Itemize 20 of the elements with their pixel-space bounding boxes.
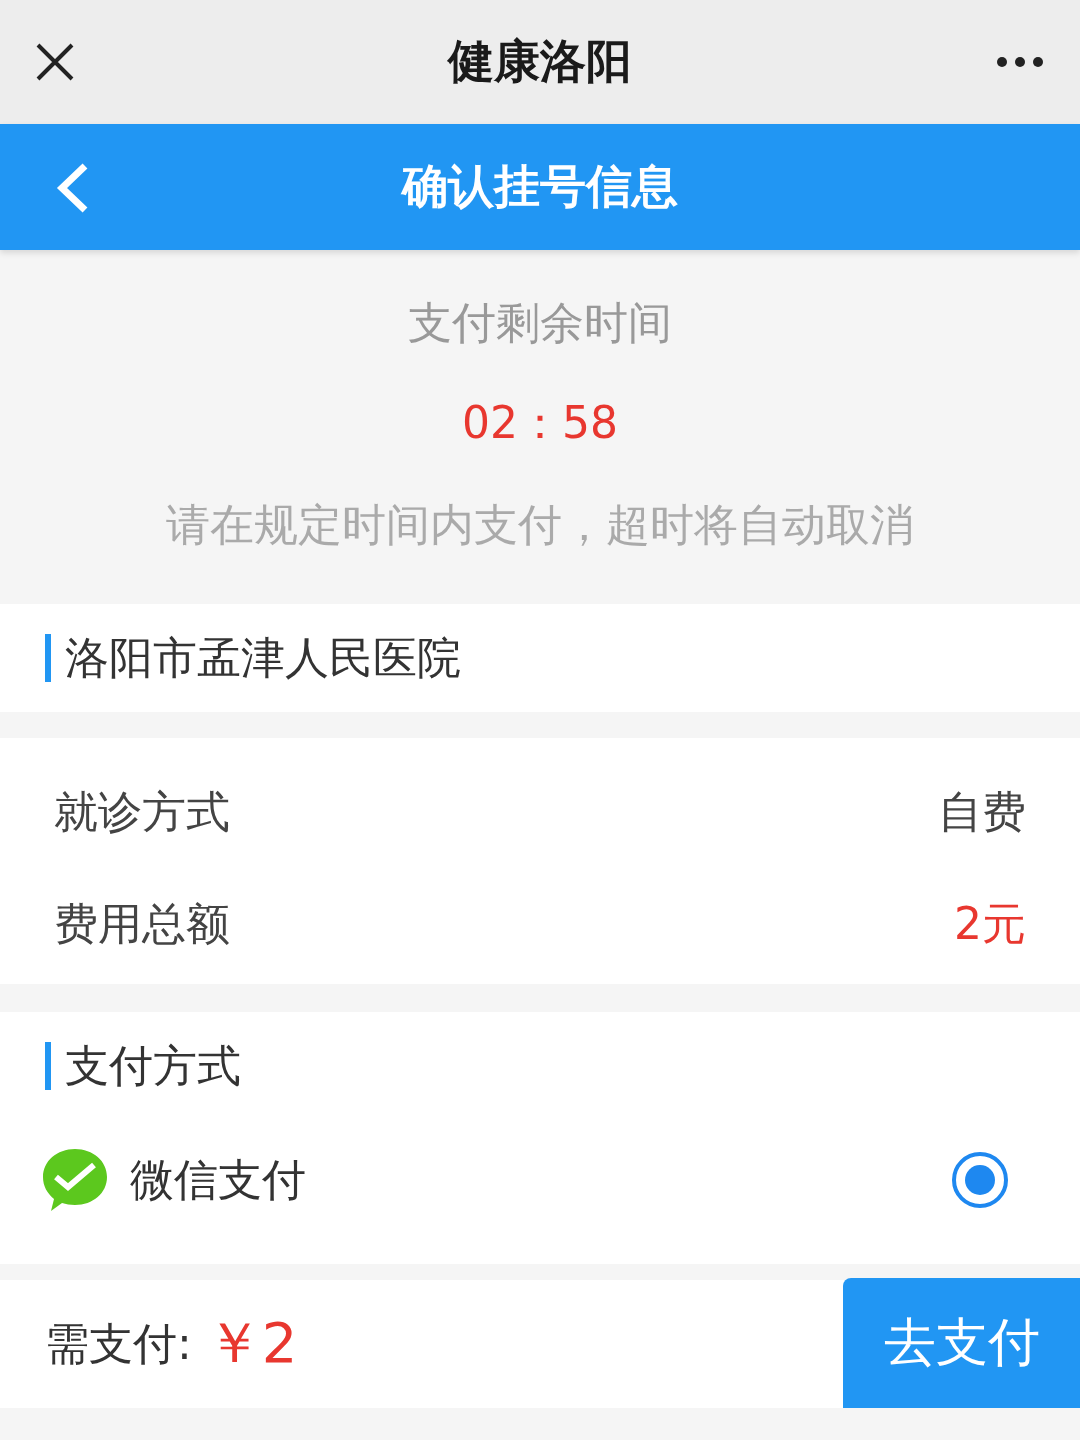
countdown-label: 支付剩余时间 bbox=[408, 296, 672, 350]
countdown-time: 02：58 bbox=[462, 396, 618, 450]
detail-label: 就诊方式 bbox=[54, 784, 230, 839]
page-title: 确认挂号信息 bbox=[402, 159, 678, 213]
section-title: 支付方式 bbox=[65, 1038, 241, 1093]
close-icon[interactable] bbox=[36, 43, 74, 81]
more-icon[interactable] bbox=[996, 56, 1044, 68]
hospital-name: 洛阳市孟津人民医院 bbox=[65, 630, 461, 685]
amount-due-label: 需支付: bbox=[45, 1316, 192, 1371]
accent-bar bbox=[45, 634, 51, 682]
timeout-notice: 请在规定时间内支付，超时将自动取消 bbox=[166, 498, 914, 552]
chat-check-icon bbox=[42, 1147, 108, 1213]
radio-button[interactable] bbox=[952, 1152, 1008, 1208]
window-title: 健康洛阳 bbox=[448, 34, 632, 88]
back-icon[interactable] bbox=[54, 162, 90, 214]
detail-value: 自费 bbox=[938, 784, 1026, 839]
detail-value: 2元 bbox=[954, 896, 1026, 951]
accent-bar bbox=[45, 1042, 51, 1090]
amount-due: ￥2 bbox=[205, 1309, 299, 1377]
detail-label: 费用总额 bbox=[54, 896, 230, 951]
